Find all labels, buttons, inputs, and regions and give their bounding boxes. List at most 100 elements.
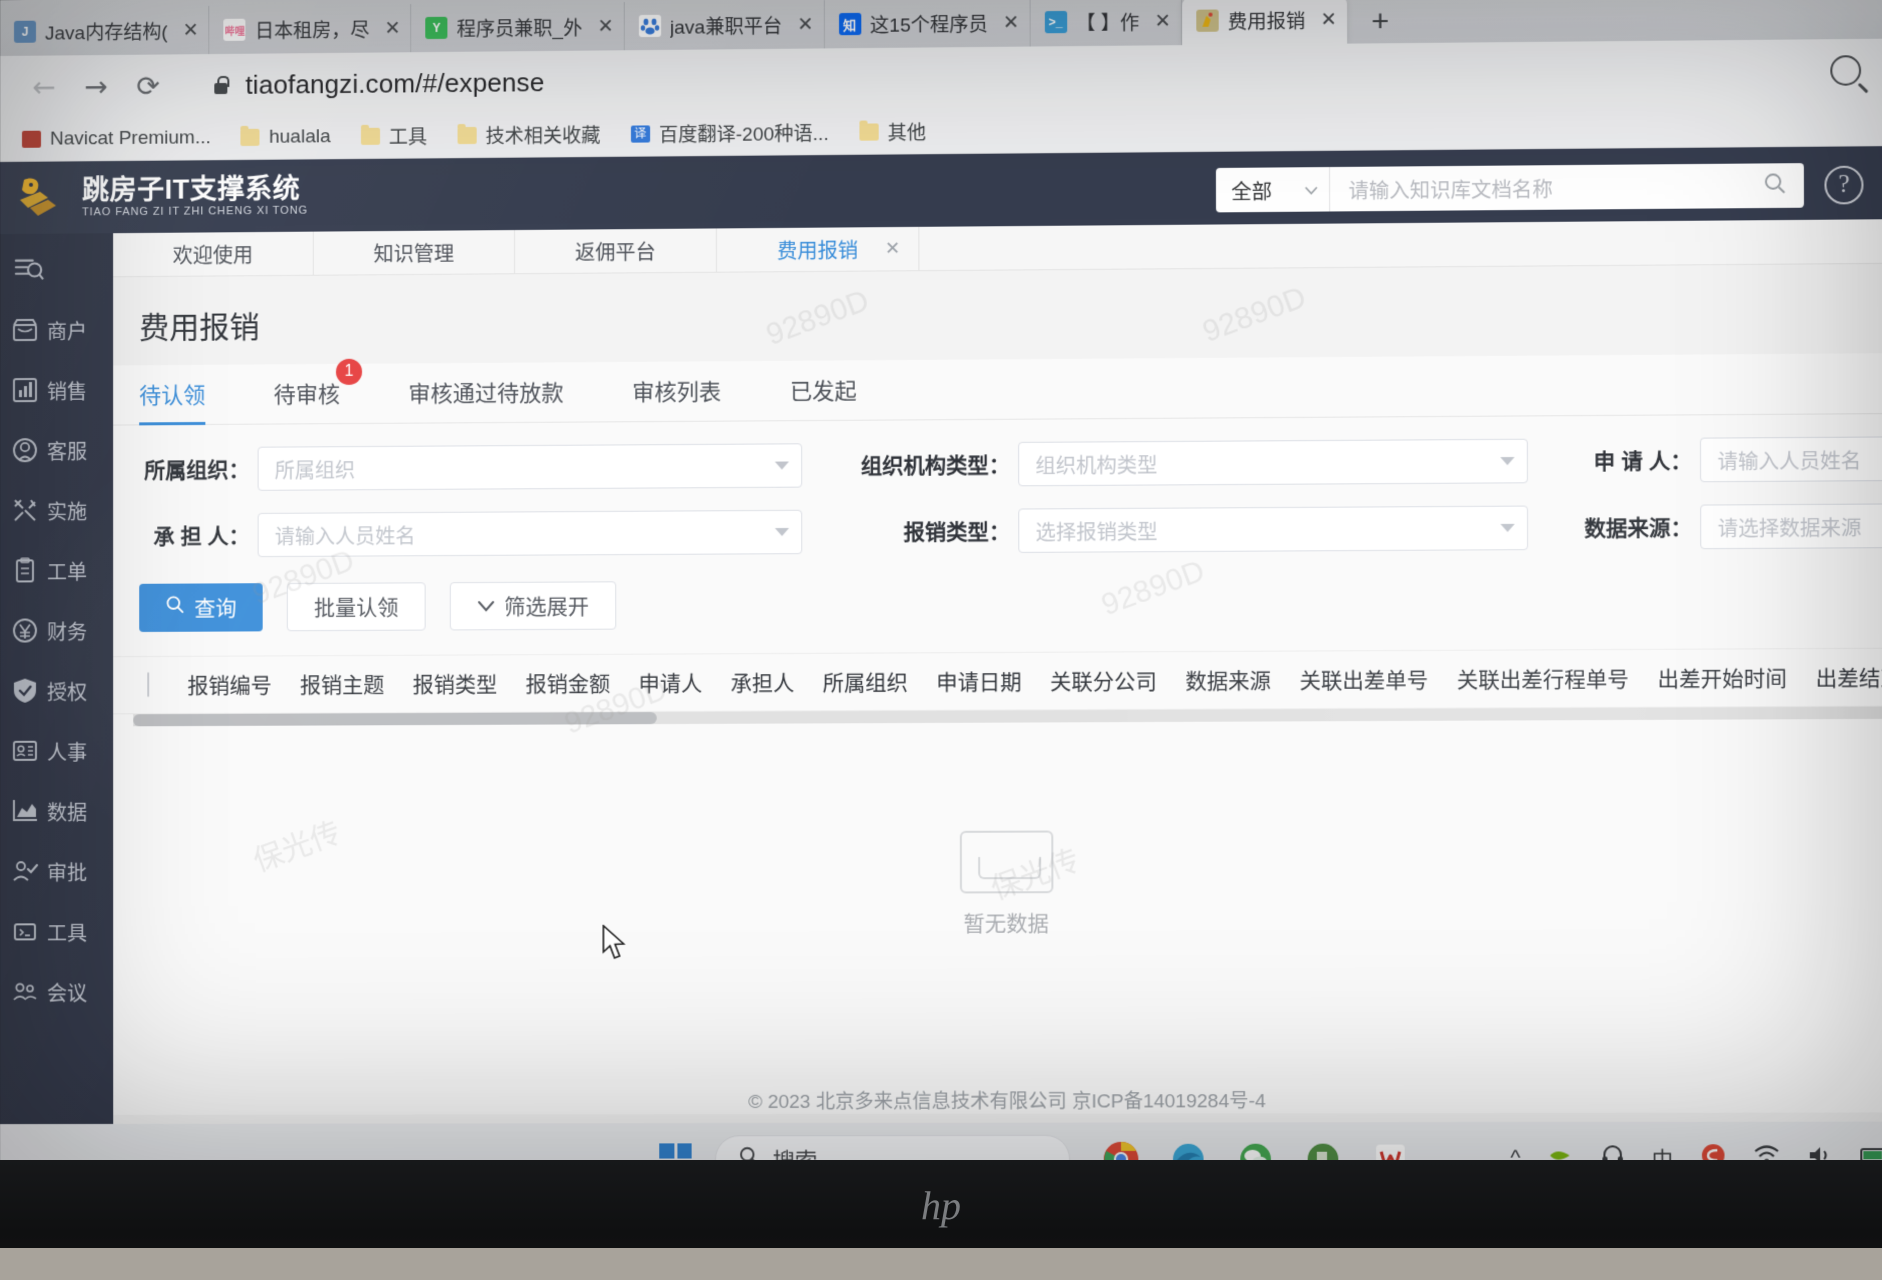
chrome-icon[interactable] [1099,1137,1144,1163]
sidebar-item-implementation[interactable]: 实施 [0,480,113,541]
column-header[interactable]: 出差结束时间 [1801,662,1882,693]
org-select[interactable]: 所属组织 [257,443,803,491]
tab-welcome[interactable]: 欢迎使用 [113,231,314,277]
bookmark-item[interactable]: hualala [240,126,331,149]
owner-select[interactable]: 请输入人员姓名 [257,509,803,558]
column-header[interactable]: 申请人 [624,667,716,698]
close-icon[interactable]: ✕ [384,17,400,39]
tab-rebate[interactable]: 返佣平台 [515,228,717,274]
column-header[interactable]: 关联分公司 [1036,665,1171,696]
column-header[interactable]: 报销编号 [173,669,285,700]
subtab-review-list[interactable]: 审核列表 [632,374,721,421]
column-header[interactable]: 报销主题 [286,669,399,700]
app-content: 欢迎使用 知识管理 返佣平台 费用报销 ✕ 费用报销 待认领 待审核 1 审核通… [113,219,1882,1125]
start-button[interactable] [652,1136,699,1163]
evernote-icon[interactable] [1300,1137,1345,1163]
wechat-icon[interactable] [1233,1137,1278,1163]
search-button[interactable]: 查询 [139,583,263,632]
filter-form: 所属组织： 所属组织 组织机构类型： 组织机构类型 申 请 人： 请输入人员姓名… [113,414,1882,656]
column-header[interactable]: 报销类型 [398,668,511,699]
forward-button[interactable]: → [74,69,118,103]
bookmark-item[interactable]: 技术相关收藏 [457,121,600,149]
tab-expense[interactable]: 费用报销 ✕ [716,226,920,272]
browser-tab[interactable]: J Java内存结构( ✕ [0,5,210,57]
expense-type-select[interactable]: 选择报销类型 [1018,505,1529,553]
sidebar-item-merchant[interactable]: 商户 [0,299,113,360]
close-icon[interactable]: ✕ [797,13,813,35]
close-icon[interactable]: ✕ [183,19,199,41]
column-header[interactable]: 关联出差单号 [1285,664,1442,695]
close-icon[interactable]: ✕ [1003,11,1019,33]
address-bar[interactable]: tiaofangzi.com/#/expense [245,67,544,101]
edge-icon[interactable] [1166,1137,1211,1163]
column-header[interactable]: 数据来源 [1171,665,1285,696]
subtab-pending-claim[interactable]: 待认领 [139,378,205,425]
logo-title: 跳房子IT支撑系统 [82,173,301,206]
expand-filter-button[interactable]: 筛选展开 [449,581,617,631]
help-button[interactable]: ? [1824,165,1864,205]
filter-owner: 承 担 人： 请输入人员姓名 [139,509,803,558]
browser-tab[interactable]: 哔哩 日本租房，尽 ✕ [209,4,412,55]
column-header[interactable]: 关联出差行程单号 [1442,663,1643,694]
sidebar-toggle[interactable] [0,239,113,300]
browser-tab[interactable]: 知 这15个程序员 ✕ [824,0,1031,49]
subtab-pending-review[interactable]: 待审核 1 [274,358,363,424]
column-header[interactable]: 报销金额 [511,668,624,699]
sidebar-item-meeting[interactable]: 会议 [0,961,113,1021]
filter-label: 承 担 人： [153,525,250,549]
wps-icon[interactable] [1368,1136,1413,1163]
search-scope-select[interactable]: 全部 [1215,167,1331,213]
bookmark-item[interactable]: 工具 [360,122,427,150]
column-header[interactable]: 出差开始时间 [1643,662,1801,693]
sidebar-item-workorder[interactable]: 工单 [0,540,113,601]
applicant-input[interactable]: 请输入人员姓名 [1699,434,1882,483]
org-type-select[interactable]: 组织机构类型 [1018,438,1528,487]
filter-actions: 查询 批量认领 筛选展开 [113,570,1882,656]
sidebar-item-finance[interactable]: 财务 [0,600,113,661]
knowledge-search-input[interactable]: 请输入知识库文档名称 [1330,171,1763,204]
sidebar-item-hr[interactable]: 人事 [0,720,113,781]
new-tab-button[interactable]: + [1347,5,1410,44]
bookmark-item[interactable]: Navicat Premium... [21,127,211,151]
taskbar-search[interactable]: 搜索 [714,1134,1071,1163]
tab-knowledge[interactable]: 知识管理 [313,230,516,275]
column-header[interactable]: 申请日期 [922,666,1036,697]
sidebar-item-support[interactable]: 客服 [0,420,113,481]
search-icon[interactable] [1830,55,1862,86]
data-source-select[interactable]: 请选择数据来源 [1700,501,1882,550]
sidebar-item-tools[interactable]: 工具 [0,901,113,962]
status-badge: 1 [335,358,363,385]
scrollbar-thumb[interactable] [133,712,657,727]
browser-tab[interactable]: java兼职平台 ✕ [624,0,825,51]
close-icon[interactable]: ✕ [597,15,613,37]
id-card-icon [10,736,40,766]
sidebar-item-label: 授权 [47,681,88,705]
sidebar-item-authorization[interactable]: 授权 [0,660,113,721]
app-logo[interactable]: 跳房子IT支撑系统 TIAO FANG ZI IT ZHI CHENG XI T… [0,172,308,222]
navicat-icon [21,130,42,148]
select-all-checkbox[interactable] [139,672,173,698]
close-icon[interactable]: ✕ [1320,8,1336,30]
column-header[interactable]: 所属组织 [808,666,922,697]
sidebar-item-sales[interactable]: 销售 [0,359,113,420]
close-icon[interactable]: ✕ [1155,10,1171,32]
bookmark-item[interactable]: 其他 [859,118,926,146]
browser-tab[interactable]: Y 程序员兼职_外 ✕ [411,2,625,53]
knowledge-search-box[interactable]: 全部 请输入知识库文档名称 [1215,163,1804,213]
subtab-initiated[interactable]: 已发起 [790,373,857,420]
subtab-approved-pending-payment[interactable]: 审核通过待放款 [408,375,563,422]
batch-claim-label: 批量认领 [313,596,399,621]
close-icon[interactable]: ✕ [885,238,900,259]
browser-tab[interactable]: >_ 【 】作 ✕ [1030,0,1182,47]
sidebar-item-data[interactable]: 数据 [0,781,113,842]
bookmark-item[interactable]: 译 百度翻译-200种语... [630,119,829,148]
back-button[interactable]: ← [22,70,66,103]
photo-of-monitor: J Java内存结构( ✕ 哔哩 日本租房，尽 ✕ Y 程序员兼职_外 ✕ ja… [0,0,1882,1280]
sidebar-item-label: 客服 [47,441,88,464]
browser-tab-active[interactable]: 费用报销 ✕ [1181,0,1347,46]
search-icon[interactable] [1763,171,1804,201]
column-header[interactable]: 承担人 [716,667,808,698]
reload-button[interactable]: ⟳ [126,69,170,102]
sidebar-item-approval[interactable]: 审批 [0,841,113,902]
batch-claim-button[interactable]: 批量认领 [286,582,426,632]
